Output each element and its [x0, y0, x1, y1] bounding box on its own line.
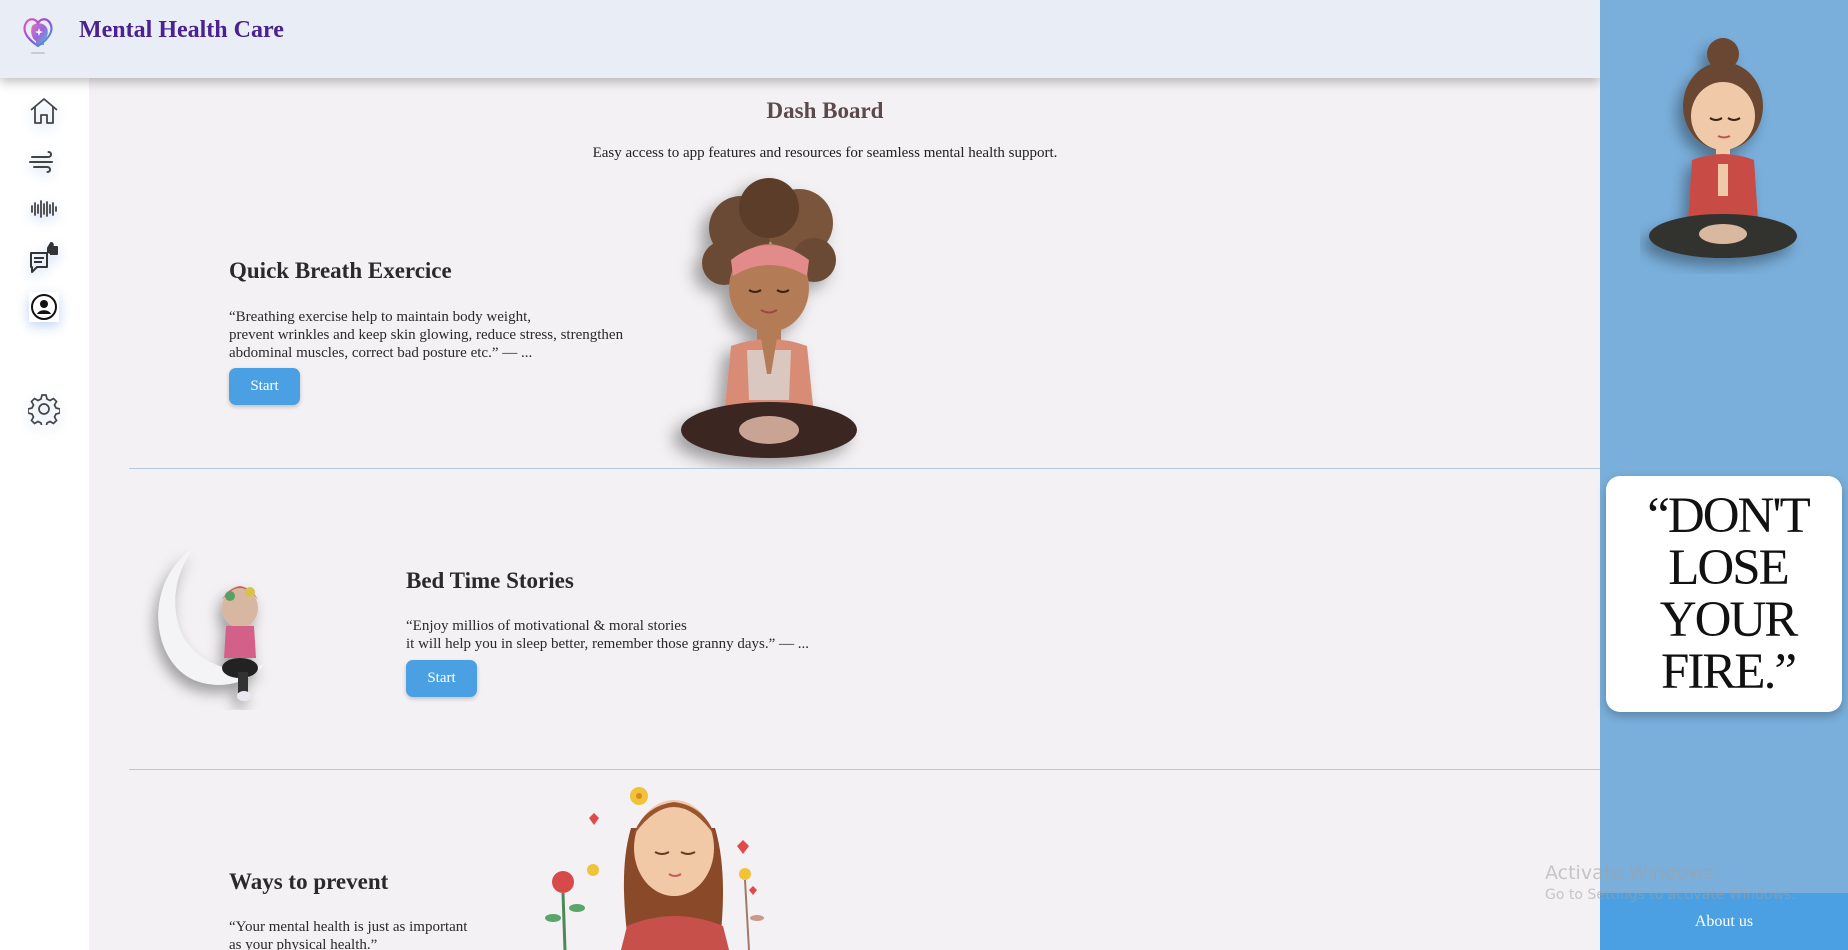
section-title-stories: Bed Time Stories	[406, 568, 574, 593]
start-breath-button[interactable]: Start	[229, 368, 300, 405]
text-line: it will help you in sleep better, rememb…	[406, 636, 810, 652]
main-content: Dash Board Easy access to app features a…	[89, 78, 1600, 950]
page-title: Dash Board	[766, 98, 884, 123]
app-title: Mental Health Care	[79, 17, 284, 43]
quote-line: “DON'T	[1647, 488, 1810, 544]
sidebar	[0, 78, 89, 950]
section-text-breath: “Breathing exercise help to maintain bod…	[229, 308, 623, 362]
quote-line: FIRE.”	[1661, 644, 1797, 700]
section-divider	[129, 468, 1600, 469]
text-line: prevent wrinkles and keep skin glowing, …	[229, 327, 624, 343]
moon-doll-illustration	[134, 540, 294, 715]
section-text-stories: “Enjoy millios of motivational & moral s…	[406, 617, 809, 653]
right-panel: “DON'T LOSE YOUR FIRE.” About us	[1600, 0, 1848, 950]
quote-card: “DON'T LOSE YOUR FIRE.”	[1606, 476, 1842, 712]
user-circle-icon[interactable]	[26, 289, 62, 325]
wind-icon[interactable]	[26, 143, 62, 179]
home-icon[interactable]	[26, 93, 62, 129]
heart-head-logo-icon[interactable]	[20, 12, 56, 60]
text-line: “Your mental health is just as important	[229, 919, 468, 935]
meditating-girl-bun-illustration	[1640, 24, 1810, 279]
start-stories-button[interactable]: Start	[406, 660, 477, 697]
text-line: “Breathing exercise help to maintain bod…	[229, 309, 531, 325]
gear-icon[interactable]	[26, 391, 62, 427]
watermark-title: Activate Windows	[1545, 862, 1714, 884]
section-divider	[129, 769, 1600, 770]
quote-line: LOSE	[1668, 540, 1789, 596]
text-line: as your physical health.”	[229, 937, 378, 950]
watermark-subtitle: Go to Settings to activate Windows.	[1545, 887, 1796, 903]
app-header: Mental Health Care	[0, 0, 1600, 78]
section-title-breath: Quick Breath Exercice	[229, 258, 452, 283]
page-subtitle: Easy access to app features and resource…	[592, 145, 1058, 161]
woman-flowers-illustration	[509, 778, 809, 950]
activate-windows-watermark: Activate Windows Go to Settings to activ…	[1545, 862, 1796, 903]
sound-wave-icon[interactable]	[26, 191, 62, 227]
quote-line: YOUR	[1659, 592, 1799, 648]
thumbs-up-chat-icon[interactable]	[26, 240, 62, 276]
text-line: “Enjoy millios of motivational & moral s…	[406, 618, 687, 634]
meditating-girl-illustration	[649, 168, 889, 473]
section-title-prevent: Ways to prevent	[229, 869, 389, 894]
section-text-prevent: “Your mental health is just as important…	[229, 918, 467, 950]
text-line: abdominal muscles, correct bad posture e…	[229, 345, 533, 361]
